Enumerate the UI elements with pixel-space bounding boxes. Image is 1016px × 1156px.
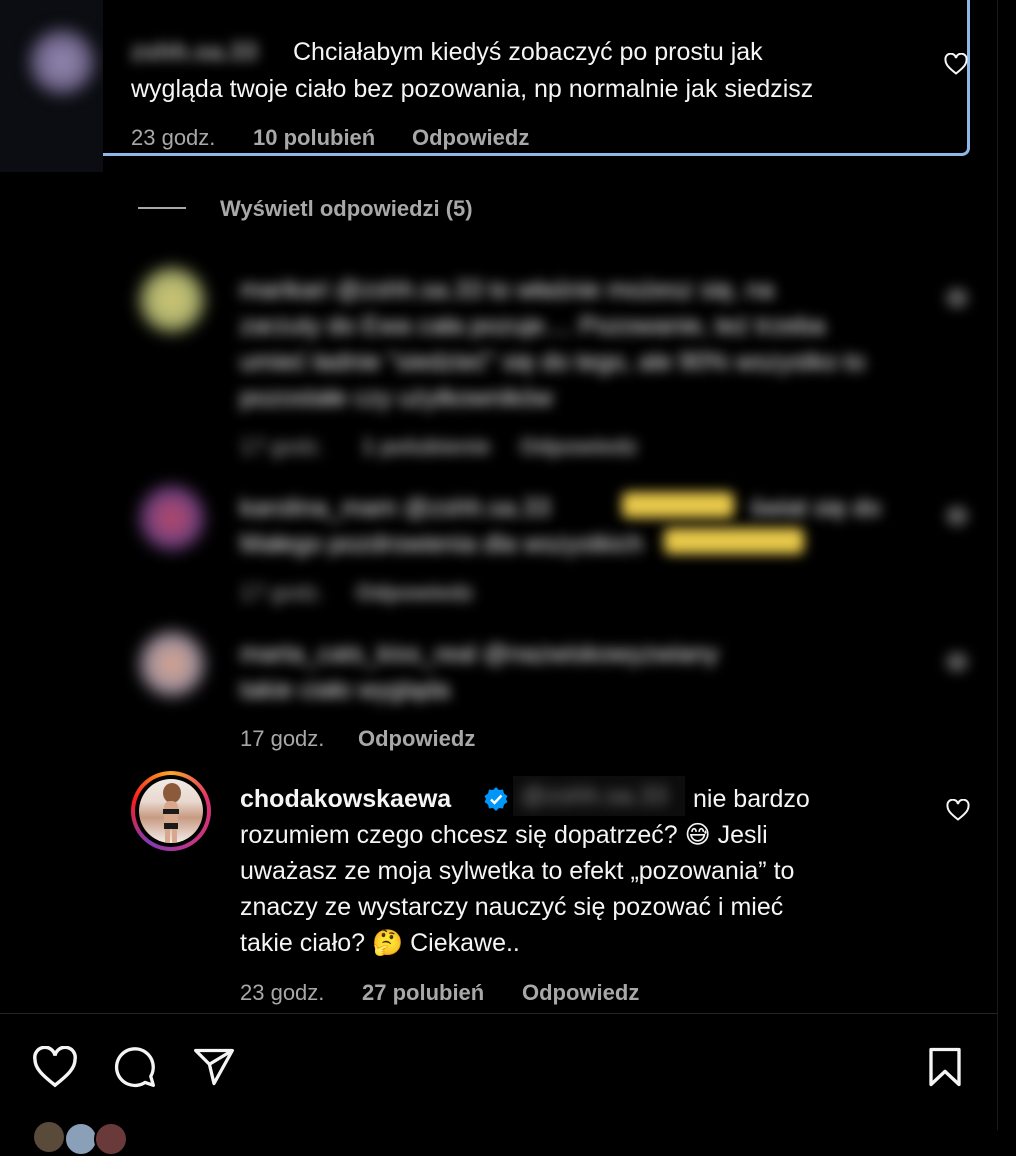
comment-button[interactable] [112,1045,158,1089]
share-button[interactable] [192,1045,236,1089]
reply-1-time: 17 godz. [240,434,325,459]
main-reply-text-line3: uważasz ze moja sylwetka to efekt „pozow… [240,857,795,885]
main-reply-likes[interactable]: 27 polubień [362,980,484,1006]
save-button[interactable] [924,1045,966,1089]
reply-3-like-icon[interactable] [946,652,968,672]
top-comment-likes[interactable]: 10 polubień [253,125,375,151]
liked-by-avatar-3[interactable] [94,1122,128,1156]
reply-2-line2: Małego pozdrowienia dla wszystkich [240,530,643,558]
top-comment-like-button[interactable] [944,53,968,75]
main-reply-text-line2: rozumiem czego chcesz się dopatrzeć? 😅 J… [240,821,768,849]
bookmark-icon [929,1047,961,1087]
reply-3-avatar[interactable] [140,632,204,696]
reply-3-reply-button[interactable]: Odpowiedz [358,726,475,752]
top-comment-avatar[interactable] [30,30,94,94]
top-comment-text-line1: Chciałabym kiedyś zobaczyć po prostu jak [293,38,763,66]
reply-1-line4: pozostałe czy użytkowników [240,384,553,412]
reply-3-line1: marta_cats_kiss_real @nazwiskowyzwiany [240,640,719,668]
comment-icon [114,1047,155,1088]
reply-2-line1: karolina_mam @zshh.sa.33 [240,494,551,522]
reply-1-reply-button[interactable]: Odpowiedz [520,434,637,460]
reply-2-like-icon[interactable] [946,506,968,526]
main-reply-username[interactable]: chodakowskaewa [240,781,451,817]
top-comment-username[interactable]: zshh.sa.33 [131,38,257,67]
heart-icon [946,799,970,821]
main-reply-reply-button[interactable]: Odpowiedz [522,980,639,1006]
view-replies-button[interactable]: Wyświetl odpowiedzi (5) [220,196,473,222]
reply-3-time: 17 godz. [240,726,325,751]
top-comment-text-line2: wygląda twoje ciało bez pozowania, np no… [131,75,814,103]
main-reply-mention[interactable]: @zshh.sa.33 [513,776,685,816]
left-strip [0,0,103,172]
reply-3-line2: takie ciało wygląda [240,676,450,704]
reply-1-like-icon[interactable] [946,288,968,308]
right-edge-panel [997,0,1016,1130]
reply-2-time: 17 godz. [240,580,325,605]
main-reply-text-line4: znaczy ze wystarczy nauczyć się pozować … [240,893,784,921]
main-reply-text-line5: takie ciało? 🤔 Ciekawe.. [240,929,520,957]
main-reply-text-line1: nie bardzo [693,785,810,813]
reply-2-avatar[interactable] [140,486,204,550]
reply-2-emoji-row-2 [664,528,804,554]
main-reply-time: 23 godz. [240,980,325,1005]
top-comment-time: 23 godz. [131,125,216,150]
liked-by-avatar-1[interactable] [34,1122,64,1152]
liked-by-avatar-2[interactable] [64,1122,98,1156]
reply-1-line2: zarzuty do Ewa cała pozuje.... Pozowanie… [240,312,826,340]
heart-icon [33,1046,77,1088]
view-replies-line [138,207,186,209]
reply-1-avatar[interactable] [140,268,204,332]
highlighted-comment: zshh.sa.33 Chciałabym kiedyś zobaczyć po… [103,0,970,156]
paper-plane-icon [194,1048,234,1086]
verified-badge-icon [483,786,509,817]
heart-icon [944,53,968,75]
top-comment-reply-button[interactable]: Odpowiedz [412,125,529,151]
main-reply-avatar [139,779,203,843]
like-button[interactable] [32,1046,78,1088]
action-bar-divider [0,1013,997,1014]
reply-1-line3: umieć ładnie "siedzieć" się do tego, ale… [240,348,866,376]
reply-2-line1b: świat się do [750,494,881,522]
reply-2-reply-button[interactable]: Odpowiedz [356,580,473,606]
reply-1-likes[interactable]: 1 polubienie [362,434,490,460]
profile-photo-icon [163,783,181,843]
reply-1-line1: marikari @zshh.sa.33 to właśnie możesz s… [240,276,774,304]
main-reply-avatar-ring[interactable] [131,771,211,851]
reply-2-emoji-row [622,492,734,518]
main-reply-like-button[interactable] [946,799,970,821]
